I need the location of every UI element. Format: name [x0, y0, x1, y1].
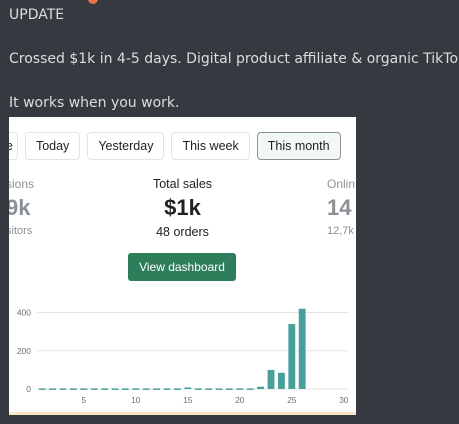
message-line-motto: It works when you work. [9, 95, 180, 111]
bar-day-14 [173, 388, 181, 390]
online-stat: Onlin 14 12,7k [327, 177, 355, 237]
bar-day-11 [142, 388, 150, 390]
bar-day-10 [132, 388, 140, 390]
avatar-status-dot [88, 0, 98, 4]
bar-day-12 [153, 388, 161, 390]
bar-day-9 [121, 388, 129, 390]
y-tick-label: 0 [26, 384, 31, 394]
bar-day-18 [215, 388, 223, 390]
view-dashboard-button[interactable]: View dashboard [128, 253, 236, 281]
message-line-update: UPDATE [9, 7, 65, 23]
bar-day-13 [163, 388, 171, 390]
orders-count: 48 orders [156, 225, 209, 239]
tab-truncated[interactable]: e [9, 132, 18, 160]
bar-day-5 [80, 388, 88, 390]
bar-day-4 [69, 388, 77, 390]
bar-day-16 [194, 388, 202, 390]
bar-day-2 [49, 388, 57, 390]
total-sales-value: $1k [164, 195, 201, 220]
bar-day-25 [288, 324, 296, 389]
bar-day-23 [267, 369, 275, 389]
x-tick-label: 25 [287, 395, 297, 405]
bar-day-8 [111, 388, 119, 390]
online-label: Onlin [327, 177, 356, 191]
bar-day-22 [257, 386, 265, 389]
bar-day-1 [38, 388, 46, 390]
bar-day-21 [246, 388, 254, 390]
x-tick-label: 10 [131, 395, 141, 405]
tab-yesterday[interactable]: Yesterday [87, 132, 165, 160]
bar-day-6 [90, 388, 98, 390]
bar-day-7 [101, 388, 109, 390]
bar-day-15 [184, 387, 192, 389]
online-value: 14 [327, 195, 352, 220]
x-tick-label: 30 [339, 395, 349, 405]
bar-day-3 [59, 388, 67, 390]
tab-this-month[interactable]: This month [256, 132, 341, 160]
total-sales-stat: Total sales $1k 48 orders [9, 177, 356, 239]
y-tick-label: 200 [17, 346, 31, 356]
date-range-tabs: e Today Yesterday This week This month [9, 132, 341, 160]
bar-day-20 [236, 388, 244, 390]
bar-day-24 [277, 372, 285, 389]
sales-bar-chart: 400 200 0 5 10 15 20 25 30 [17, 308, 349, 405]
online-sub: 12,7k [327, 225, 354, 237]
x-tick-label: 15 [183, 395, 193, 405]
bar-day-26 [298, 308, 306, 389]
message-line-summary: Crossed $1k in 4-5 days. Digital product… [9, 51, 459, 67]
x-tick-label: 20 [235, 395, 245, 405]
bar-day-17 [205, 388, 213, 390]
y-tick-label: 400 [17, 308, 31, 318]
x-tick-label: 5 [81, 395, 86, 405]
tab-today[interactable]: Today [24, 132, 81, 160]
bar-day-19 [225, 388, 233, 390]
total-sales-label: Total sales [152, 177, 213, 191]
tab-this-week[interactable]: This week [171, 132, 250, 160]
card-bottom-strip [9, 412, 356, 415]
sales-screenshot-card: e Today Yesterday This week This month s… [9, 117, 356, 415]
